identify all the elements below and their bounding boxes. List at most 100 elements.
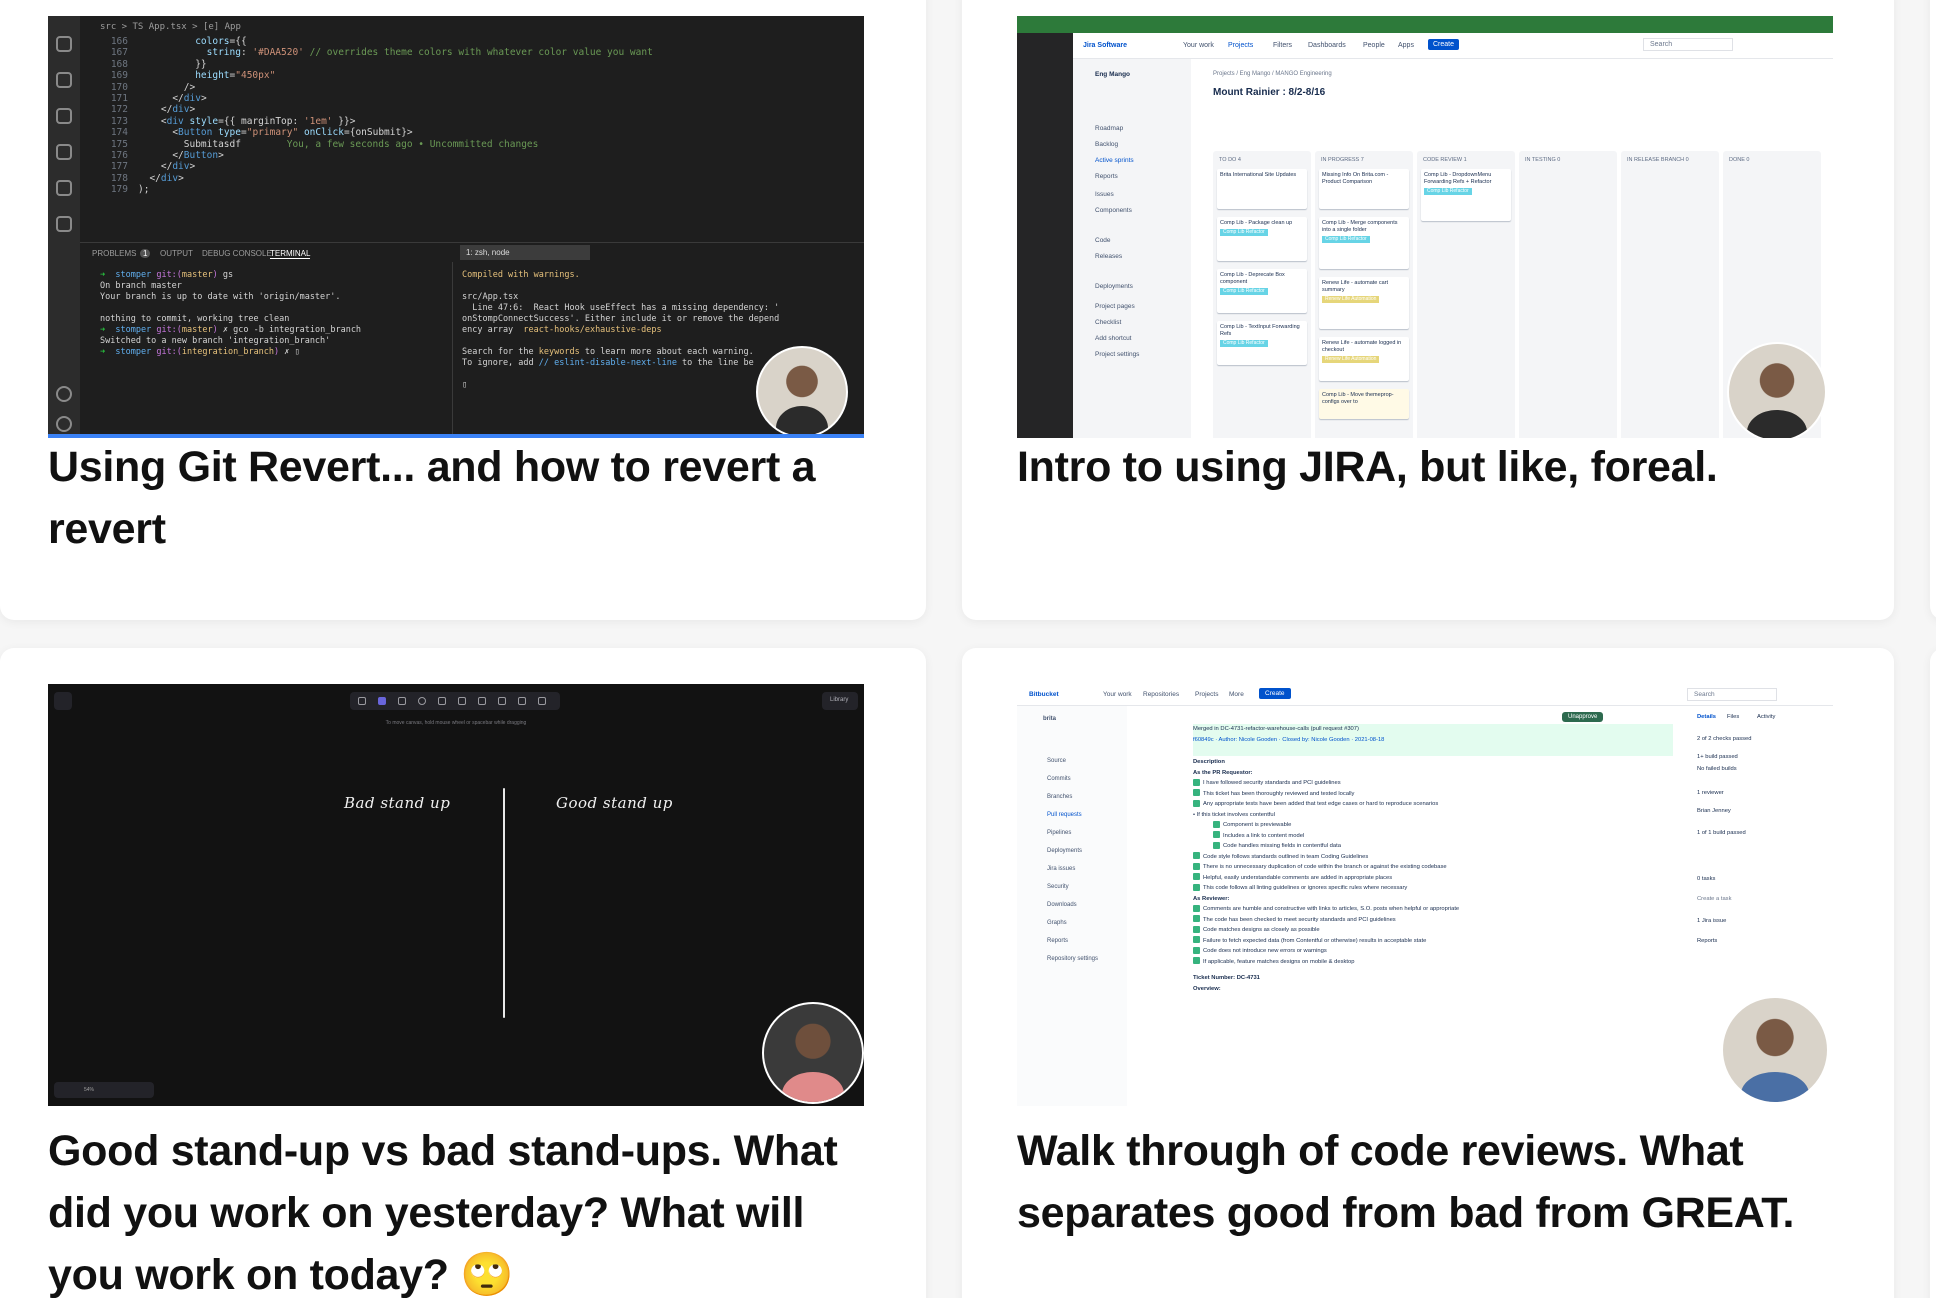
terminal-select[interactable]: 1: zsh, node bbox=[460, 245, 590, 260]
good-standup-heading: Good stand up bbox=[556, 794, 673, 812]
sidebar-item-downloads[interactable]: Downloads bbox=[1047, 902, 1077, 908]
video-card[interactable]: src > TS App.tsx > [e] App 166 colors={{… bbox=[0, 0, 926, 620]
sidebar-item-jira-issues[interactable]: Jira issues bbox=[1047, 866, 1075, 872]
video-thumbnail[interactable]: Library To move canvas, hold mouse wheel… bbox=[48, 684, 864, 1106]
jira-logo[interactable]: Jira Software bbox=[1083, 42, 1127, 49]
problems-count-badge: 1 bbox=[140, 249, 151, 258]
sidebar-item-source[interactable]: Source bbox=[1047, 758, 1066, 764]
sidebar-item-reports[interactable]: Reports bbox=[1047, 938, 1068, 944]
sidebar-item-repository-settings[interactable]: Repository settings bbox=[1047, 956, 1098, 962]
repo-sidebar: brita Source Commits Branches Pull reque… bbox=[1017, 706, 1127, 1106]
divider-line bbox=[503, 788, 505, 1018]
nav-people[interactable]: People bbox=[1363, 42, 1385, 49]
panel-tabs: PROBLEMS 1 OUTPUT DEBUG CONSOLE TERMINAL… bbox=[80, 242, 864, 262]
tab-details[interactable]: Details bbox=[1697, 714, 1716, 720]
bitbucket-top-nav: Bitbucket Your work Repositories Project… bbox=[1017, 684, 1833, 706]
sidebar-item-add-shortcut[interactable]: Add shortcut bbox=[1095, 335, 1132, 342]
breadcrumb: src > TS App.tsx > [e] App bbox=[100, 22, 241, 32]
jira-top-nav: Jira Software Your work Projects Filters… bbox=[1073, 33, 1833, 59]
tab-problems[interactable]: PROBLEMS bbox=[92, 249, 136, 258]
compile-output: Compiled with warnings. src/App.tsx Line… bbox=[462, 270, 780, 390]
nav-projects[interactable]: Projects bbox=[1228, 42, 1253, 49]
video-card-partial[interactable] bbox=[1930, 0, 1936, 620]
video-title[interactable]: Intro to using JIRA, but like, foreal. bbox=[1017, 436, 1847, 498]
video-thumbnail[interactable]: Jira Software Your work Projects Filters… bbox=[1017, 16, 1833, 438]
project-name[interactable]: Eng Mango bbox=[1095, 71, 1130, 78]
bad-standup-heading: Bad stand up bbox=[344, 794, 451, 812]
tab-files[interactable]: Files bbox=[1727, 714, 1739, 720]
sidebar-item-deployments[interactable]: Deployments bbox=[1047, 848, 1082, 854]
sidebar-item-security[interactable]: Security bbox=[1047, 884, 1069, 890]
video-card-partial[interactable] bbox=[1930, 648, 1936, 1298]
video-title[interactable]: Good stand-up vs bad stand-ups. What did… bbox=[48, 1120, 878, 1298]
sidebar-item-project-pages[interactable]: Project pages bbox=[1095, 303, 1135, 310]
sidebar-item-components[interactable]: Components bbox=[1095, 207, 1132, 214]
unapprove-button[interactable]: Unapprove bbox=[1562, 712, 1604, 722]
search-input[interactable]: Search bbox=[1643, 38, 1733, 51]
breadcrumb: Projects / Eng Mango / MANGO Engineering bbox=[1213, 71, 1332, 77]
editor-sidebar bbox=[1017, 33, 1073, 438]
presenter-avatar bbox=[1721, 996, 1829, 1104]
activity-bar bbox=[48, 16, 80, 438]
sidebar-item-project-settings[interactable]: Project settings bbox=[1095, 351, 1139, 358]
nav-repositories[interactable]: Repositories bbox=[1143, 691, 1179, 698]
sidebar-item-issues[interactable]: Issues bbox=[1095, 191, 1114, 198]
presenter-avatar bbox=[762, 1002, 864, 1104]
video-card[interactable]: Bitbucket Your work Repositories Project… bbox=[962, 648, 1894, 1298]
tab-debug-console[interactable]: DEBUG CONSOLE bbox=[202, 249, 272, 258]
pr-description: Merged in DC-4731-refactor-warehouse-cal… bbox=[1193, 726, 1460, 992]
presenter-avatar bbox=[1727, 342, 1827, 438]
sidebar-item-reports[interactable]: Reports bbox=[1095, 173, 1118, 180]
board-column: IN TESTING 0 bbox=[1519, 151, 1617, 438]
sidebar-item-pipelines[interactable]: Pipelines bbox=[1047, 830, 1071, 836]
board-column: CODE REVIEW 1 Comp Lib - DropdownMenu Fo… bbox=[1417, 151, 1515, 438]
sidebar-item-branches[interactable]: Branches bbox=[1047, 794, 1072, 800]
video-title[interactable]: Walk through of code reviews. What separ… bbox=[1017, 1120, 1847, 1244]
code-editor: 166 colors={{ 167 string: '#DAA520' // o… bbox=[110, 36, 653, 196]
zoom-controls[interactable]: 54% bbox=[54, 1082, 154, 1098]
sidebar-item-active-sprints[interactable]: Active sprints bbox=[1095, 157, 1134, 164]
menu-icon[interactable] bbox=[54, 692, 72, 710]
nav-projects[interactable]: Projects bbox=[1195, 691, 1218, 698]
nav-more[interactable]: More bbox=[1229, 691, 1244, 698]
sidebar-item-graphs[interactable]: Graphs bbox=[1047, 920, 1067, 926]
sidebar-item-checklist[interactable]: Checklist bbox=[1095, 319, 1121, 326]
terminal-split-divider[interactable] bbox=[452, 262, 453, 438]
video-thumbnail[interactable]: src > TS App.tsx > [e] App 166 colors={{… bbox=[48, 16, 864, 438]
video-title[interactable]: Using Git Revert... and how to revert a … bbox=[48, 436, 878, 560]
nav-your-work[interactable]: Your work bbox=[1183, 42, 1214, 49]
library-button[interactable]: Library bbox=[822, 692, 858, 710]
bitbucket-logo[interactable]: Bitbucket bbox=[1029, 691, 1059, 698]
sidebar-item-backlog[interactable]: Backlog bbox=[1095, 141, 1118, 148]
sidebar-item-deployments[interactable]: Deployments bbox=[1095, 283, 1133, 290]
tab-activity[interactable]: Activity bbox=[1757, 714, 1775, 720]
sidebar-item-code[interactable]: Code bbox=[1095, 237, 1111, 244]
tab-strip bbox=[1017, 16, 1833, 33]
nav-your-work[interactable]: Your work bbox=[1103, 691, 1132, 698]
nav-dashboards[interactable]: Dashboards bbox=[1308, 42, 1346, 49]
board-column: IN PROGRESS 7 Missing Info On Brita.com … bbox=[1315, 151, 1413, 438]
search-input[interactable]: Search bbox=[1687, 688, 1777, 701]
repo-name[interactable]: brita bbox=[1043, 716, 1056, 722]
video-card[interactable]: Jira Software Your work Projects Filters… bbox=[962, 0, 1894, 620]
canvas-hint: To move canvas, hold mouse wheel or spac… bbox=[385, 720, 527, 726]
video-card[interactable]: Library To move canvas, hold mouse wheel… bbox=[0, 648, 926, 1298]
board-title: Mount Rainier : 8/2-8/16 bbox=[1213, 87, 1326, 98]
drawing-toolbar bbox=[350, 692, 560, 710]
presenter-avatar bbox=[756, 346, 848, 438]
video-thumbnail[interactable]: Bitbucket Your work Repositories Project… bbox=[1017, 684, 1833, 1106]
board-column: TO DO 4 Brita International Site Updates… bbox=[1213, 151, 1311, 438]
terminal-output: ➜ stomper git:(master) gs On branch mast… bbox=[100, 270, 362, 357]
nav-filters[interactable]: Filters bbox=[1273, 42, 1292, 49]
tab-terminal[interactable]: TERMINAL bbox=[270, 249, 311, 259]
board-column: IN RELEASE BRANCH 0 bbox=[1621, 151, 1719, 438]
nav-apps[interactable]: Apps bbox=[1398, 42, 1414, 49]
sidebar-item-commits[interactable]: Commits bbox=[1047, 776, 1071, 782]
sidebar-item-pull-requests[interactable]: Pull requests bbox=[1047, 812, 1082, 818]
create-button[interactable]: Create bbox=[1259, 688, 1291, 699]
sidebar-item-releases[interactable]: Releases bbox=[1095, 253, 1122, 260]
tab-output[interactable]: OUTPUT bbox=[160, 249, 193, 258]
sidebar-item-roadmap[interactable]: Roadmap bbox=[1095, 125, 1123, 132]
create-button[interactable]: Create bbox=[1428, 39, 1460, 50]
create-task-link[interactable]: Create a task bbox=[1697, 896, 1731, 902]
